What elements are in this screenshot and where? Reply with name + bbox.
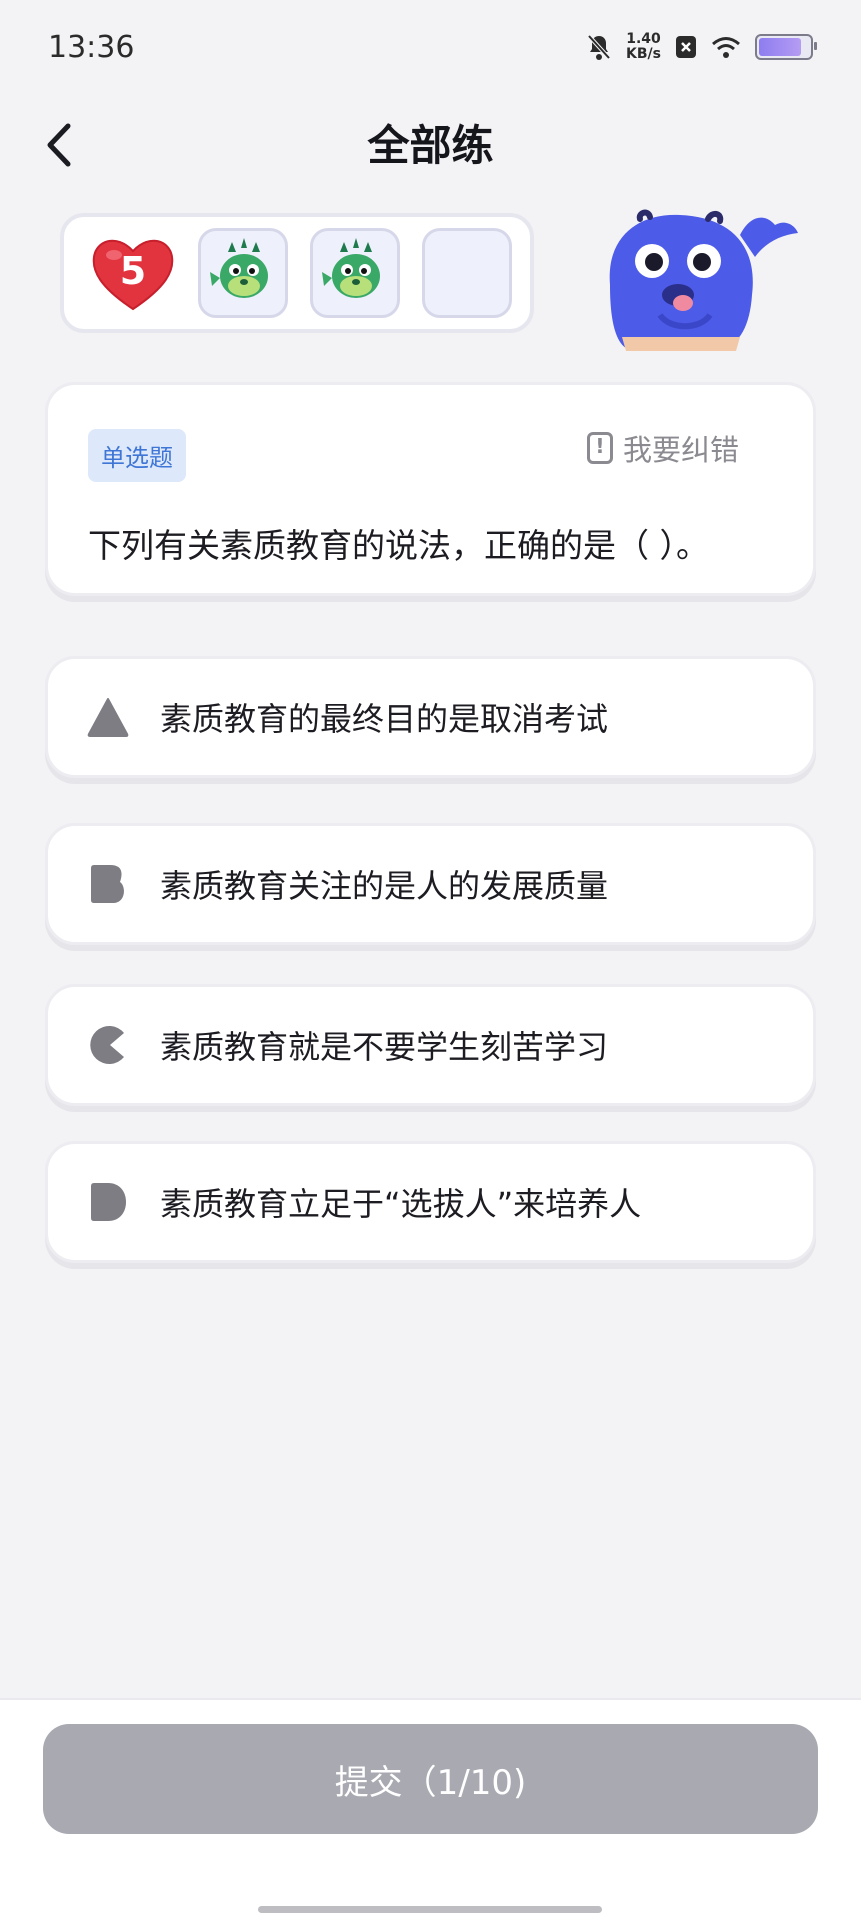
empty-slot [422, 228, 512, 318]
option-c[interactable]: 素质教育就是不要学生刻苦学习 [45, 984, 816, 1106]
pufferfish-icon [210, 238, 268, 298]
triangle-icon [87, 698, 129, 737]
report-icon [586, 432, 613, 464]
d-shape-icon [91, 1183, 126, 1221]
pufferfish-slot [310, 228, 400, 318]
lives-bar: 5 [60, 213, 534, 333]
report-label: 我要纠错 [622, 433, 739, 467]
pacman-icon [90, 1026, 124, 1064]
close-box-icon [676, 36, 696, 58]
b-shape-icon [91, 865, 124, 903]
option-text: 素质教育就是不要学生刻苦学习 [160, 1028, 609, 1066]
question-card: 单选题 我要纠错 下列有关素质教育的说法，正确的是（ ）。 [45, 382, 816, 596]
heart-icon: 5 [90, 233, 176, 313]
page-title: 全部练 [367, 121, 494, 170]
option-a[interactable]: 素质教育的最终目的是取消考试 [45, 656, 816, 778]
pufferfish-icon [322, 238, 380, 298]
battery-icon [755, 34, 817, 60]
mute-bell-icon [587, 34, 611, 60]
submit-button[interactable]: 提交（1/10) [43, 1724, 818, 1834]
net-speed: 1.40 KB/s [626, 31, 661, 62]
status-icons: 1.40 KB/s [586, 31, 817, 62]
option-text: 素质教育的最终目的是取消考试 [160, 700, 609, 738]
option-d[interactable]: 素质教育立足于“选拔人”来培养人 [45, 1141, 816, 1263]
option-text: 素质教育立足于“选拔人”来培养人 [160, 1185, 642, 1223]
option-b[interactable]: 素质教育关注的是人的发展质量 [45, 823, 816, 945]
question-type-tag: 单选题 [88, 429, 186, 482]
question-text: 下列有关素质教育的说法，正确的是（ ）。 [88, 526, 709, 565]
whale-mascot-icon [609, 209, 798, 351]
pufferfish-slot [198, 228, 288, 318]
status-time: 13:36 [48, 30, 135, 65]
lives-count: 5 [119, 249, 147, 293]
report-error-button[interactable]: 我要纠错 [586, 427, 739, 469]
option-text: 素质教育关注的是人的发展质量 [160, 867, 609, 905]
wifi-icon [712, 37, 740, 58]
home-indicator[interactable] [258, 1906, 602, 1913]
